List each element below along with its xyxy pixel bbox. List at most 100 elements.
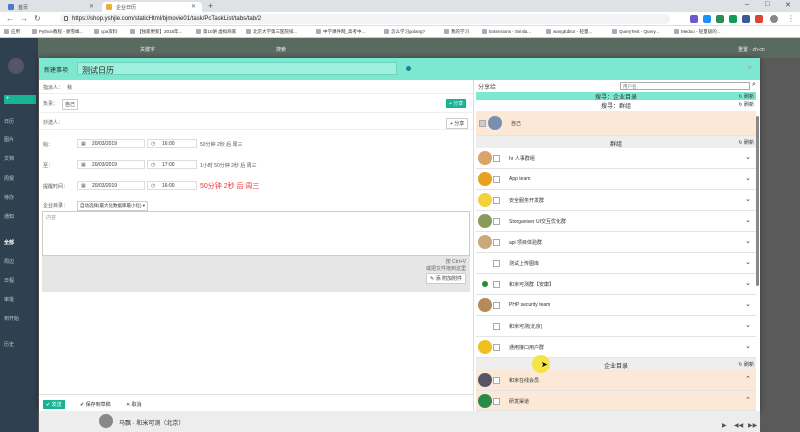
group-item[interactable]: 通用接口用户群 ⌄ [476, 337, 756, 358]
file-drop-zone[interactable]: 按 Ctrl+V 或把文件拖到这里 ✎ 添 附加附件 [42, 256, 470, 292]
bookmark-item[interactable]: 我的学习 [444, 29, 469, 35]
add-attachment-button[interactable]: ✎ 添 附加附件 [426, 273, 466, 284]
checkbox[interactable] [493, 239, 500, 246]
task-title-input[interactable]: 测试日历 [77, 62, 397, 75]
extension-icon[interactable] [729, 15, 737, 23]
new-tab-button[interactable]: + [208, 1, 213, 11]
refresh-button[interactable]: ↻ 刷新 [738, 139, 754, 146]
group-item[interactable]: 安全服务开发群 ⌄ [476, 190, 756, 211]
group-item[interactable]: 和米可测(北京) ⌄ [476, 316, 756, 337]
checkbox[interactable] [493, 281, 500, 288]
bookmark-item[interactable]: 怎么学习golang? [384, 29, 425, 35]
extension-icon[interactable] [755, 15, 763, 23]
sidebar-item-images[interactable]: 图片 [4, 136, 14, 143]
checkbox[interactable] [493, 377, 500, 384]
group-item[interactable]: hr 人事群组 ⌄ [476, 148, 756, 169]
add-cc-button[interactable]: + 分享 [446, 118, 469, 129]
group-item[interactable]: api 项目体验群 ⌄ [476, 232, 756, 253]
chevron-down-icon[interactable]: ⌄ [745, 237, 751, 245]
enterprise-item[interactable]: 和米在线会员 ⌃ [476, 370, 756, 391]
start-time-input[interactable]: ◷ 16:00 [147, 139, 197, 148]
assignee-chip[interactable]: 自己 [62, 99, 79, 110]
maximize-icon[interactable]: □ [765, 1, 769, 8]
checkbox[interactable] [493, 176, 500, 183]
send-button[interactable]: ✔ 发送 [43, 400, 65, 409]
minimize-icon[interactable]: – [745, 1, 749, 8]
self-item[interactable]: 自己 [476, 111, 756, 136]
enterprise-item[interactable]: 研发渠道 ⌃ [476, 391, 756, 411]
checkbox[interactable] [493, 197, 500, 204]
remind-time-input[interactable]: ◷ 16:00 [147, 181, 197, 190]
back-icon[interactable]: ← [6, 14, 14, 23]
fullscreen-icon[interactable]: ⛶ [776, 422, 780, 429]
group-item[interactable]: App team ⌄ [476, 169, 756, 190]
cancel-button[interactable]: ✕ 取消 [123, 400, 145, 409]
bookmark-item[interactable]: 北京大学第三医院排... [246, 29, 297, 35]
sidebar-item-approve[interactable]: 审批 [4, 296, 14, 303]
browser-tab-calendar[interactable]: 企业日历 ✕ [102, 2, 202, 12]
close-video-icon[interactable]: ✕ [762, 422, 767, 429]
sidebar-item-todo[interactable]: 待办 [4, 194, 14, 201]
user-avatar[interactable] [8, 58, 24, 74]
checkbox[interactable] [493, 260, 500, 267]
url-input[interactable]: https://shop.yshjle.com/staticHtml/bjmov… [60, 14, 670, 24]
search-group-button[interactable]: 搜寻：群组 [476, 101, 756, 110]
bookmark-item[interactable]: Medoo - 轻量级的... [674, 29, 721, 35]
checkbox[interactable] [493, 218, 500, 225]
refresh-button[interactable]: ↻ 刷新 [738, 93, 754, 100]
end-date-input[interactable]: ▦ 20/03/2019 [77, 160, 145, 169]
fast-forward-icon[interactable]: ▶▶ [748, 422, 757, 429]
sidebar-item-history[interactable]: 历史 [4, 341, 14, 348]
add-assignee-button[interactable]: + 分享 [446, 99, 467, 108]
rewind-icon[interactable]: ◀◀ [734, 422, 743, 429]
window-close-icon[interactable]: ✕ [785, 1, 791, 9]
share-panel-scrollbar[interactable] [756, 116, 759, 286]
browser-menu-icon[interactable]: ⋮ [787, 14, 795, 23]
search-icon[interactable]: ⌕ [752, 81, 756, 89]
group-item[interactable]: 测试上传图库 ⌄ [476, 253, 756, 274]
checkbox[interactable] [493, 398, 500, 405]
checkbox[interactable] [493, 323, 500, 330]
chevron-down-icon[interactable]: ⌄ [745, 300, 751, 308]
end-time-input[interactable]: ◷ 17:00 [147, 160, 197, 169]
refresh-button[interactable]: ↻ 刷新 [738, 101, 754, 108]
bookmark-item[interactable]: Extensions - Simila... [482, 29, 531, 34]
chevron-up-icon[interactable]: ⌃ [745, 375, 751, 383]
color-dot-icon[interactable] [406, 66, 411, 71]
sidebar-new-button[interactable]: + [4, 95, 36, 104]
extension-icon[interactable] [690, 15, 698, 23]
bookmark-item[interactable]: 中学课件网_高考中... [316, 29, 365, 35]
checkbox[interactable] [493, 302, 500, 309]
sidebar-item-weekly[interactable]: 周报 [4, 175, 14, 182]
bookmark-item[interactable]: Python教程 - 廖雪峰... [32, 29, 83, 35]
forward-icon[interactable]: → [20, 14, 28, 23]
search-enterprise-button[interactable]: 搜寻：企业目录 [476, 92, 756, 101]
start-date-input[interactable]: ▦ 20/03/2019 [77, 139, 145, 148]
chevron-down-icon[interactable]: ⌄ [745, 342, 751, 350]
enterprise-select[interactable]: 自动选择(最大化数据库最小化) ▾ [77, 201, 149, 211]
sidebar-item-all[interactable]: 全部 [4, 239, 14, 246]
browser-tab-home[interactable]: 首页 ✕ [4, 2, 100, 12]
extension-icon[interactable] [716, 15, 724, 23]
modal-close-icon[interactable]: × [747, 63, 752, 72]
close-tab-icon[interactable]: ✕ [191, 3, 196, 10]
chevron-down-icon[interactable]: ⌄ [745, 279, 751, 287]
group-item[interactable]: Storganiser UI交互优化群 ⌄ [476, 211, 756, 232]
remind-date-input[interactable]: ▦ 20/03/2019 [77, 181, 145, 190]
chevron-down-icon[interactable]: ⌄ [745, 321, 751, 329]
checkbox[interactable] [493, 344, 500, 351]
sidebar-item-nearby[interactable]: 周边 [4, 258, 14, 265]
refresh-button[interactable]: ↻ 刷新 [738, 361, 754, 368]
sidebar-item-calendar[interactable]: 日历 [4, 118, 14, 125]
bookmark-item[interactable]: 应用 [4, 29, 20, 35]
sidebar-item-start[interactable]: 到开始 [4, 315, 19, 322]
bookmark-item[interactable]: 第10讲 虚拟商家 [196, 29, 236, 35]
checkbox-checked[interactable] [479, 120, 486, 127]
content-textarea[interactable]: 内容 [42, 211, 470, 256]
chevron-down-icon[interactable]: ⌄ [745, 174, 751, 182]
group-item[interactable]: 和米可测群【安康】 ⌄ [476, 274, 756, 295]
sidebar-item-notice[interactable]: 通知 [4, 213, 14, 220]
user-search-input[interactable] [620, 82, 750, 90]
extension-icon[interactable] [703, 15, 711, 23]
chevron-down-icon[interactable]: ⌄ [745, 195, 751, 203]
